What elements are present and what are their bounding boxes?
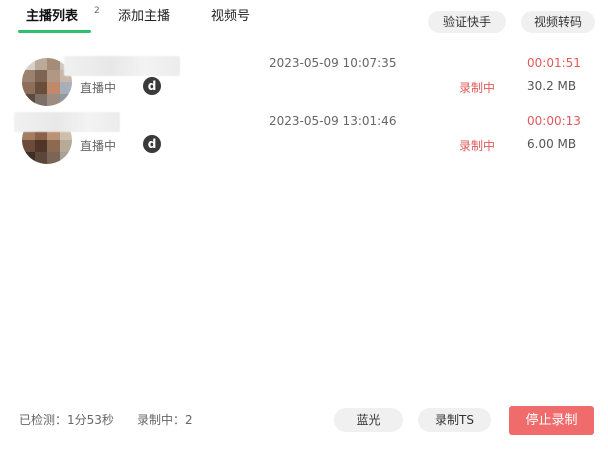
recording-duration: 00:01:51: [527, 56, 581, 70]
active-tab-indicator: [18, 30, 91, 33]
tab-label: 视频号: [211, 9, 251, 24]
bluray-quality-button[interactable]: 蓝光: [334, 408, 403, 432]
start-time: 2023-05-09 10:07:35: [269, 56, 397, 70]
stop-recording-button[interactable]: 停止录制: [509, 406, 594, 435]
app-window: 主播列表 2 添加主播 视频号 验证快手 视频转码 直播中 d 2023-05-…: [0, 0, 608, 450]
start-time: 2023-05-09 13:01:46: [269, 114, 397, 128]
record-ts-button[interactable]: 录制TS: [418, 408, 491, 432]
file-size: 6.00 MB: [527, 137, 577, 151]
recording-status: 录制中: [459, 139, 496, 153]
streamer-name-obscured: [14, 112, 120, 132]
tab-channels[interactable]: 视频号: [211, 8, 250, 26]
live-status: 直播中: [80, 81, 117, 95]
streamer-name-obscured: [64, 56, 180, 76]
tab-streamer-list[interactable]: 主播列表 2: [26, 6, 100, 26]
tab-label: 主播列表: [26, 9, 79, 24]
tab-count-badge: 2: [94, 6, 100, 16]
recording-status: 录制中: [459, 81, 496, 95]
file-size: 30.2 MB: [527, 79, 577, 93]
streamer-row[interactable]: 直播中 d 2023-05-09 10:07:35 录制中 00:01:51 3…: [0, 52, 608, 110]
douyin-platform-icon: d: [143, 77, 161, 95]
video-transcode-button[interactable]: 视频转码: [521, 11, 595, 33]
checked-elapsed-text: 已检测：1分53秒: [19, 413, 114, 427]
streamer-row[interactable]: 直播中 d 2023-05-09 13:01:46 录制中 00:00:13 6…: [0, 110, 608, 168]
recording-duration: 00:00:13: [527, 114, 581, 128]
live-status: 直播中: [80, 139, 117, 153]
douyin-platform-icon: d: [143, 135, 161, 153]
recording-count-text: 录制中：2: [137, 413, 193, 427]
tab-add-streamer[interactable]: 添加主播: [118, 8, 170, 26]
verify-kuaishou-button[interactable]: 验证快手: [428, 11, 506, 33]
tab-label: 添加主播: [118, 9, 171, 24]
